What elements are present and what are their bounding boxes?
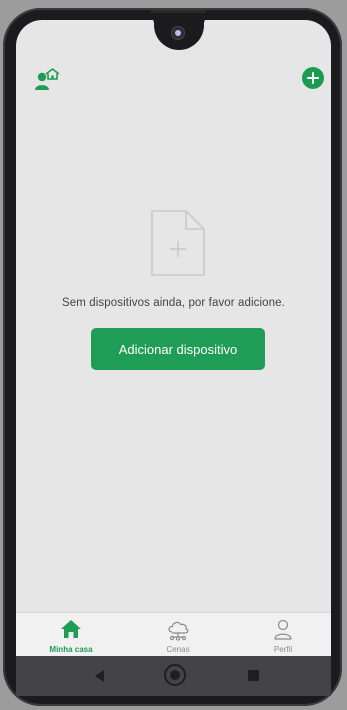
tab-label-cenas: Cenas (166, 645, 190, 654)
back-icon[interactable] (95, 670, 104, 682)
home-button-icon[interactable] (164, 664, 186, 686)
cloud-scenes-icon (168, 621, 189, 641)
add-icon[interactable] (302, 67, 324, 89)
home-user-icon[interactable] (34, 68, 60, 92)
recent-apps-icon[interactable] (248, 670, 259, 681)
system-navigation-bar (16, 656, 331, 696)
tab-label-minha-casa: Minha casa (49, 645, 93, 654)
front-camera (172, 27, 184, 39)
add-device-button[interactable]: Adicionar dispositivo (91, 328, 265, 370)
tab-label-perfil: Perfil (273, 645, 293, 654)
person-icon (274, 619, 292, 640)
bottom-tab-bar: Minha casa Cenas Perfil (16, 612, 331, 657)
tab-cenas[interactable]: Cenas (143, 613, 213, 657)
tab-minha-casa[interactable]: Minha casa (36, 613, 106, 657)
document-add-icon (150, 209, 206, 277)
empty-state-message: Sem dispositivos ainda, por favor adicio… (62, 297, 285, 309)
speaker-grille (150, 10, 206, 13)
house-icon (61, 620, 81, 638)
tab-perfil[interactable]: Perfil (248, 613, 318, 657)
